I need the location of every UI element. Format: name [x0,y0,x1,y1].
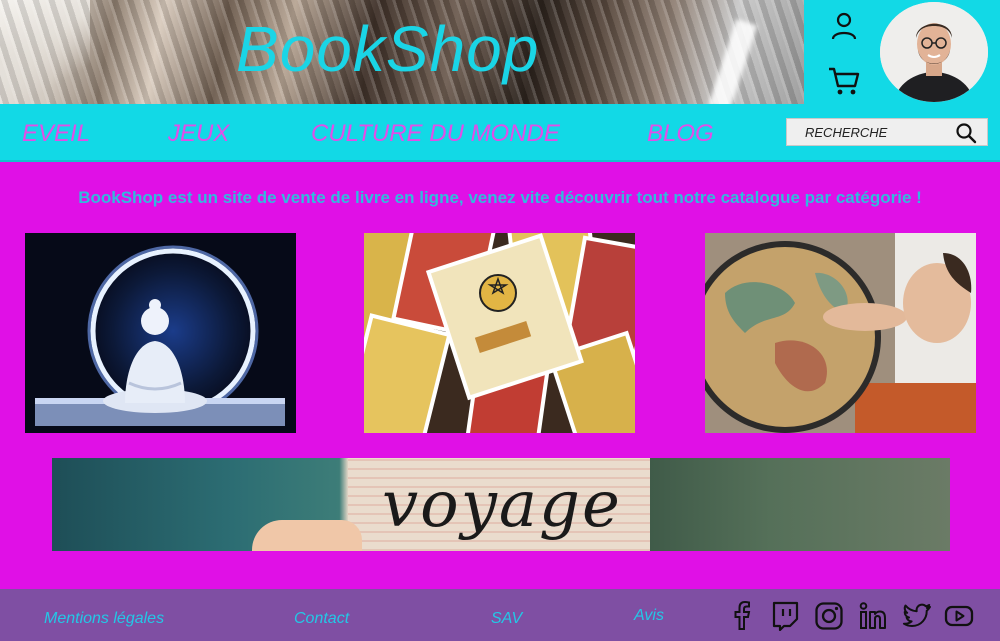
search-icon[interactable] [955,122,977,144]
buddha-image [25,233,296,433]
footer-link-sav[interactable]: SAV [491,610,522,628]
voyage-banner[interactable]: voyage [52,458,950,551]
brand-logo[interactable]: BookShop [236,12,539,86]
search-input[interactable] [787,119,952,145]
nav-item-jeux[interactable]: JEUX [168,120,229,148]
main-nav: EVEIL JEUX CULTURE DU MONDE BLOG [0,104,1000,162]
user-icon[interactable] [831,12,857,40]
youtube-icon[interactable] [944,601,974,631]
twitch-icon[interactable] [770,601,800,631]
footer-link-contact[interactable]: Contact [294,610,349,628]
globe-image [705,233,976,433]
twitter-icon[interactable] [902,601,932,631]
instagram-icon[interactable] [814,601,844,631]
cart-icon[interactable] [827,66,861,96]
header: BookShop [0,0,1000,104]
nav-item-eveil[interactable]: EVEIL [22,120,90,148]
search-box [786,118,988,146]
footer-link-mentions[interactable]: Mentions légales [44,610,164,628]
facebook-icon[interactable] [727,601,757,631]
category-card-jeux[interactable] [364,233,635,433]
page-tagline: BookShop est un site de vente de livre e… [78,188,922,207]
voyage-title: voyage [382,468,622,542]
tarot-cards-image [364,233,635,433]
category-card-eveil[interactable] [25,233,296,433]
header-banner-image: BookShop [0,0,804,104]
nav-item-blog[interactable]: BLOG [647,120,714,148]
category-card-culture-du-monde[interactable] [705,233,976,433]
footer-link-avis[interactable]: Avis [634,607,664,625]
nav-item-culture-du-monde[interactable]: CULTURE DU MONDE [311,120,560,148]
linkedin-icon[interactable] [858,601,888,631]
profile-avatar[interactable] [880,2,988,102]
footer: Mentions légales Contact SAV Avis [0,589,1000,641]
